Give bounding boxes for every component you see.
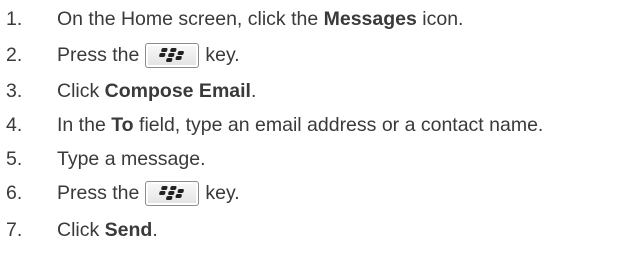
step-6: 6. Press the key. [0, 177, 620, 209]
step-text-part: Press the [57, 43, 140, 66]
step-text: Click Send . [57, 219, 158, 242]
step-text-bold: Messages [323, 7, 417, 30]
step-text-bold: Send [104, 218, 153, 241]
step-text: Type a message. [57, 148, 206, 171]
step-text: Press the key. [57, 42, 240, 68]
step-text: On the Home screen, click the Messages i… [57, 8, 463, 31]
step-7: 7. Click Send . [0, 214, 620, 246]
step-5: 5. Type a message. [0, 143, 620, 175]
step-text-part: . [152, 218, 158, 241]
step-1: 1. On the Home screen, click the Message… [0, 3, 620, 35]
step-text-part: In the [57, 113, 112, 136]
instruction-steps: 1. On the Home screen, click the Message… [0, 0, 620, 256]
step-text-part: Click [57, 79, 105, 102]
step-number: 6. [6, 181, 23, 204]
step-text-bold: To [111, 113, 134, 136]
step-text: Click Compose Email . [57, 80, 256, 103]
step-number: 7. [6, 218, 23, 241]
step-text: In the To field, type an email address o… [57, 114, 543, 137]
step-3: 3. Click Compose Email . [0, 75, 620, 107]
step-text-part: . [250, 79, 257, 102]
blackberry-menu-key-icon [145, 42, 200, 68]
step-text-part: Type a message. [57, 147, 206, 170]
step-text: Press the key. [57, 180, 240, 206]
step-text-part: Click [57, 218, 105, 241]
step-number: 5. [6, 147, 23, 170]
step-text-part: key. [205, 181, 240, 204]
step-text-part: Press the [57, 181, 140, 204]
step-4: 4. In the To field, type an email addres… [0, 109, 620, 141]
step-2: 2. Press the key. [0, 39, 620, 71]
step-text-bold: Compose Email [104, 79, 251, 102]
blackberry-menu-key-icon [145, 180, 200, 206]
step-text-part: field, type an email address or a contac… [133, 113, 544, 136]
step-text-part: On the Home screen, click the [57, 7, 324, 30]
step-number: 2. [6, 43, 23, 66]
step-text-part: key. [205, 43, 240, 66]
step-number: 4. [6, 113, 23, 136]
step-number: 1. [6, 7, 23, 30]
step-text-part: icon. [416, 7, 464, 30]
step-number: 3. [6, 79, 23, 102]
